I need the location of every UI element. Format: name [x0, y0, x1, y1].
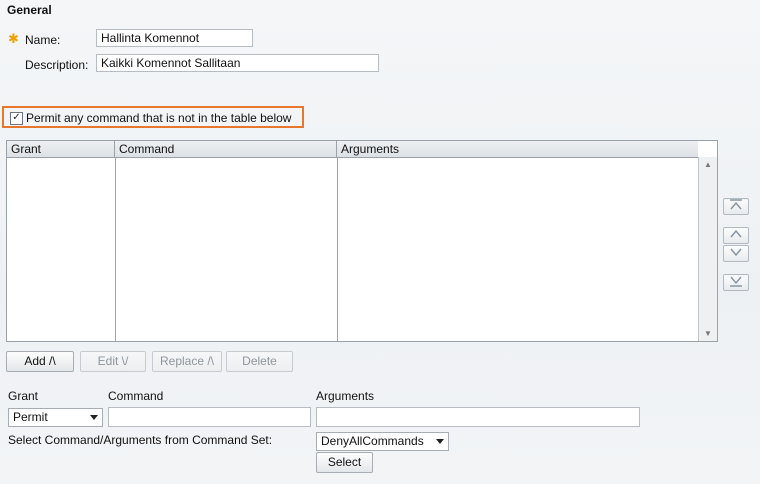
table-vertical-scrollbar[interactable]: ▲ ▼ — [698, 157, 717, 341]
move-to-bottom-icon — [730, 276, 742, 287]
delete-button[interactable]: Delete — [226, 351, 293, 372]
command-set-select-value: DenyAllCommands — [321, 434, 424, 448]
required-asterisk-icon: ✱ — [8, 31, 19, 46]
select-button[interactable]: Select — [316, 452, 373, 473]
arguments-input[interactable] — [316, 407, 640, 427]
permit-any-command-checkbox[interactable]: ✓ — [10, 112, 23, 125]
command-input[interactable] — [108, 407, 311, 427]
command-set-select[interactable]: DenyAllCommands — [316, 432, 449, 451]
arguments-label: Arguments — [316, 389, 375, 403]
name-label: Name: — [25, 33, 61, 47]
move-to-bottom-button[interactable] — [723, 274, 749, 291]
permit-any-command-label: Permit any command that is not in the ta… — [26, 111, 292, 125]
add-button[interactable]: Add /\ — [6, 351, 74, 372]
column-divider — [337, 157, 338, 341]
chevron-down-icon — [436, 439, 444, 444]
grant-select[interactable]: Permit — [8, 408, 103, 427]
permit-any-command-highlight: ✓ Permit any command that is not in the … — [2, 106, 304, 128]
move-down-button[interactable] — [723, 245, 749, 262]
command-table: Grant Command Arguments ▲ ▼ — [6, 140, 718, 342]
edit-button[interactable]: Edit \/ — [80, 351, 146, 372]
column-divider — [115, 157, 116, 341]
chevron-down-icon — [90, 415, 98, 420]
move-to-top-button[interactable] — [723, 198, 749, 215]
table-header: Grant Command Arguments — [7, 141, 698, 158]
move-down-icon — [730, 248, 742, 257]
scroll-down-arrow-icon[interactable]: ▼ — [704, 329, 712, 338]
move-up-button[interactable] — [723, 227, 749, 244]
grant-select-value: Permit — [13, 410, 48, 424]
grant-label: Grant — [8, 389, 39, 403]
column-header-command[interactable]: Command — [115, 141, 337, 157]
name-input[interactable] — [96, 29, 253, 47]
description-input[interactable] — [96, 54, 379, 72]
move-to-top-icon — [730, 199, 742, 210]
column-header-grant[interactable]: Grant — [7, 141, 115, 157]
replace-button[interactable]: Replace /\ — [152, 351, 222, 372]
description-label: Description: — [25, 58, 89, 72]
scroll-up-arrow-icon[interactable]: ▲ — [704, 160, 712, 169]
command-label: Command — [108, 389, 164, 403]
move-up-icon — [730, 229, 742, 238]
section-title-general: General — [7, 3, 52, 17]
command-set-label: Select Command/Arguments from Command Se… — [8, 433, 273, 447]
column-header-arguments[interactable]: Arguments — [337, 141, 698, 157]
